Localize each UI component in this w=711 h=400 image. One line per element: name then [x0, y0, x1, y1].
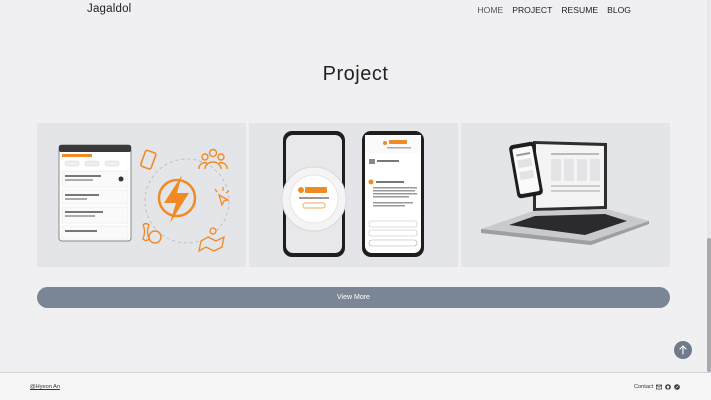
contact-group: Contact [634, 384, 681, 390]
project-image-chatfoodie [281, 131, 424, 257]
mail-icon[interactable] [656, 384, 663, 390]
scrollbar-thumb[interactable] [707, 238, 711, 372]
nav-home[interactable]: HOME [477, 5, 503, 15]
nav-links: HOME PROJECT RESUME BLOG [477, 5, 631, 15]
nav-project[interactable]: PROJECT [512, 5, 552, 15]
project-card-2[interactable] [249, 123, 458, 267]
project-image-bowling [58, 144, 230, 253]
project-card-1[interactable] [37, 123, 246, 267]
copyright-link[interactable]: @Hyeon An [30, 384, 60, 390]
scroll-top-button[interactable] [674, 341, 692, 359]
section-title: Project [322, 63, 389, 85]
arrow-up-icon [679, 345, 687, 355]
nav-blog[interactable]: BLOG [607, 5, 631, 15]
footer: @Hyeon An Contact [0, 373, 711, 400]
nav-resume[interactable]: RESUME [561, 5, 598, 15]
github-icon[interactable] [665, 384, 672, 390]
project-gallery [37, 123, 670, 267]
project-card-3[interactable] [461, 123, 670, 267]
project-image-laptop [481, 141, 649, 245]
brand-logo[interactable]: Jagaldol [87, 3, 131, 15]
navbar: Jagaldol HOME PROJECT RESUME BLOG [0, 0, 711, 20]
contact-label: Contact [634, 384, 654, 390]
view-more-button[interactable]: View More [37, 287, 670, 308]
blog-icon[interactable] [674, 384, 681, 390]
